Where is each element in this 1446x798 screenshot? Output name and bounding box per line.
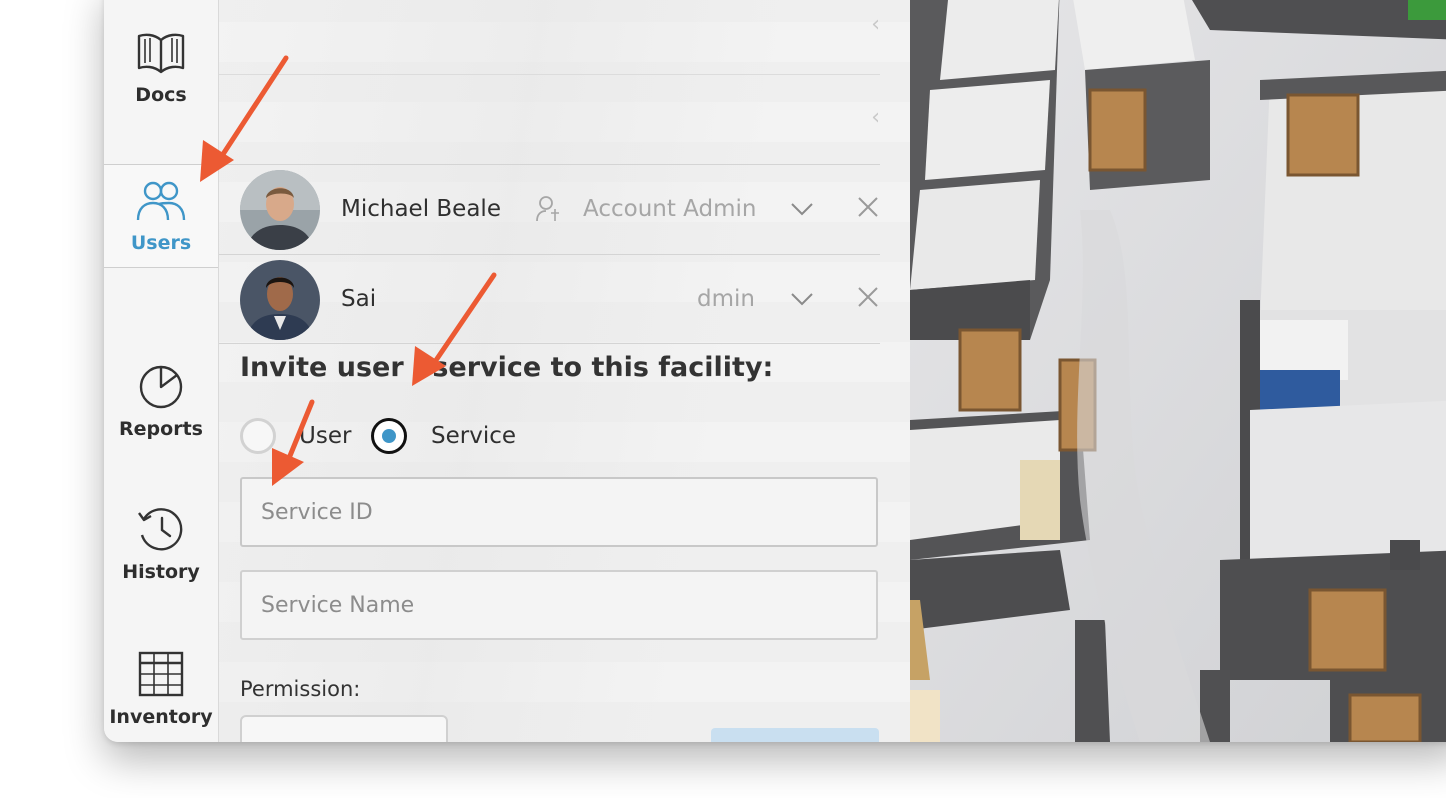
- sidebar-item-label: History: [122, 561, 200, 583]
- close-icon: ‹: [871, 12, 880, 37]
- avatar: [240, 260, 320, 340]
- history-icon: [138, 508, 183, 551]
- user-name: Sai: [341, 286, 377, 312]
- sidebar-item-label: Users: [130, 232, 192, 254]
- sidebar-nav: Docs Users Reports History Inventory: [104, 0, 219, 742]
- service-radio[interactable]: [371, 418, 407, 454]
- close-icon: [858, 287, 878, 307]
- chevron-down-icon[interactable]: [791, 291, 813, 310]
- role-dropdown-value[interactable]: Account Admin: [583, 196, 756, 222]
- remove-user-button[interactable]: [857, 196, 879, 222]
- invite-submit-button[interactable]: [711, 728, 879, 742]
- sidebar-item-label: Inventory: [109, 706, 213, 728]
- user-radio[interactable]: [240, 418, 276, 454]
- user-name: Michael Beale: [341, 196, 501, 222]
- remove-user-button[interactable]: [857, 286, 879, 312]
- user-row: Michael Beale Account Admin: [219, 164, 880, 255]
- close-icon: [858, 197, 878, 217]
- avatar: [240, 170, 320, 250]
- sidebar-item-inventory[interactable]: Inventory: [104, 650, 218, 728]
- invite-title: Invite user / service to this facility:: [240, 352, 774, 383]
- user-radio-label[interactable]: User: [299, 423, 351, 449]
- permission-label: Permission:: [240, 677, 361, 701]
- pie-chart-icon: [139, 365, 183, 409]
- service-id-input[interactable]: [240, 477, 878, 547]
- sidebar-item-label: Docs: [135, 84, 187, 106]
- sidebar-item-reports[interactable]: Reports: [104, 362, 218, 440]
- book-icon: [137, 33, 185, 74]
- chevron-down-icon[interactable]: [791, 201, 813, 220]
- service-radio-label[interactable]: Service: [431, 423, 516, 449]
- user-role-icon: [535, 195, 561, 227]
- divider: [219, 343, 880, 344]
- close-icon: ‹: [871, 105, 880, 130]
- role-dropdown-value[interactable]: dmin: [697, 286, 755, 312]
- users-icon: [136, 181, 186, 221]
- sidebar-item-docs[interactable]: Docs: [104, 30, 218, 106]
- sidebar-item-users[interactable]: Users: [104, 164, 218, 268]
- table-grid-icon: [138, 651, 184, 697]
- service-name-input[interactable]: [240, 570, 878, 640]
- permission-select[interactable]: [240, 715, 448, 742]
- 3d-model-viewer[interactable]: [910, 0, 1446, 742]
- sidebar-item-label: Reports: [119, 418, 203, 440]
- users-panel: ‹ ‹ Michael Beale Account Admin Sai dmin…: [219, 0, 910, 742]
- user-row: Sai dmin: [219, 254, 880, 345]
- divider: [219, 74, 880, 75]
- floor-plan-render: [910, 0, 1446, 742]
- radio-selected-dot: [382, 429, 396, 443]
- app-window: Docs Users Reports History Inventory ‹ ‹…: [104, 0, 1446, 742]
- sidebar-item-history[interactable]: History: [104, 505, 218, 583]
